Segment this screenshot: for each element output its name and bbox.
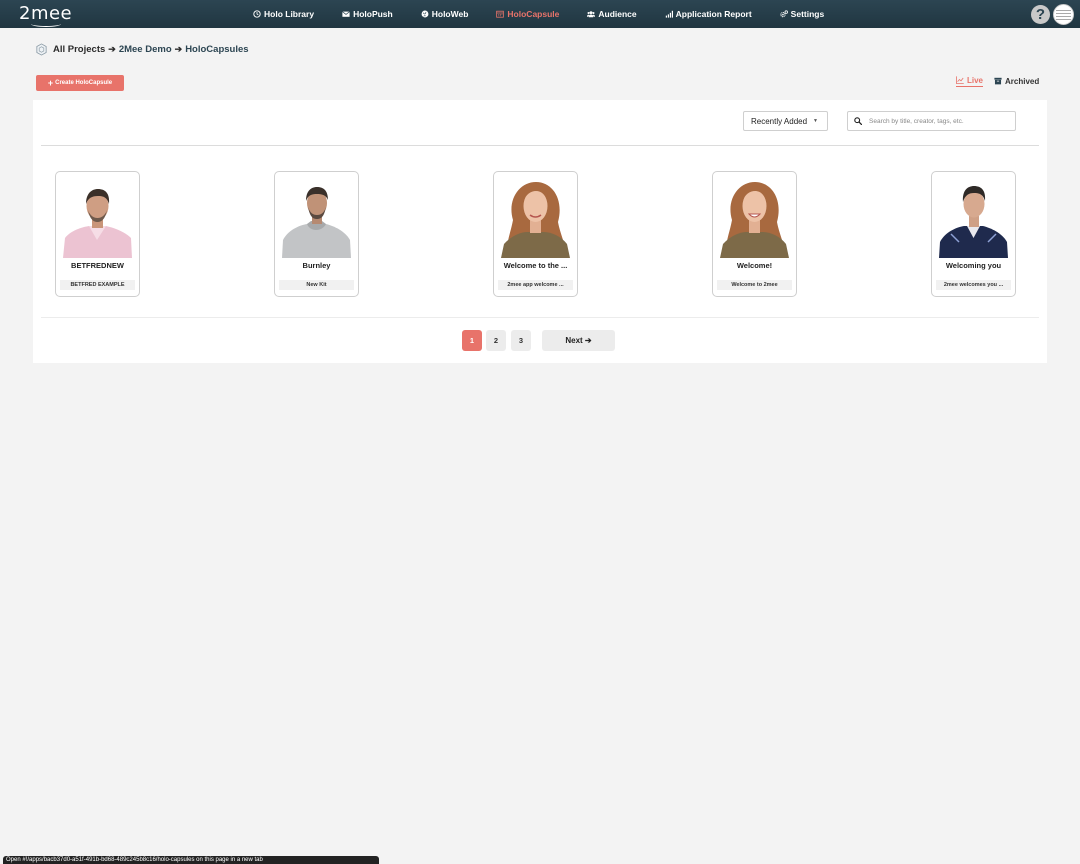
breadcrumb: All Projects ➔ 2Mee Demo ➔ HoloCapsules [35,42,249,56]
person-thumbnail-image [939,180,1008,258]
search-icon [854,117,862,125]
next-page-button[interactable]: Next ➔ [542,330,615,351]
capsule-title: Welcome! [736,261,773,270]
nav-holo-library[interactable]: Holo Library [253,9,314,19]
capsule-title: Burnley [302,261,331,270]
user-avatar-button[interactable] [1053,4,1074,25]
capsule-subtitle: BETFRED EXAMPLE [60,280,135,290]
nav-label: Audience [598,9,637,19]
line-chart-icon [956,76,964,84]
person-thumbnail-image [282,180,351,258]
top-navbar: 2mee Holo Library HoloPush HoloWeb HoloC… [0,0,1080,28]
capsule-card-welcome[interactable]: Welcome! Welcome to 2mee [712,171,797,297]
main-nav: Holo Library HoloPush HoloWeb HoloCapsul… [253,0,852,28]
gears-icon [779,10,788,18]
sort-dropdown[interactable]: Recently Added ▼ [743,111,828,131]
page-button-2[interactable]: 2 [486,330,506,351]
logo-smile-mark [31,21,61,27]
users-icon [587,11,596,18]
capsule-card-burnley[interactable]: Burnley New Kit [274,171,359,297]
capsule-thumbnail [939,180,1008,258]
nav-audience[interactable]: Audience [587,9,637,19]
help-question-icon: ? [1035,6,1046,23]
breadcrumb-project[interactable]: 2Mee Demo [119,44,172,55]
page-button-1[interactable]: 1 [462,330,482,351]
nav-holoweb[interactable]: HoloWeb [421,9,469,19]
create-holocapsule-button[interactable]: + Create HoloCapsule [36,75,124,91]
breadcrumb-arrow-icon: ➔ [174,43,183,54]
capsule-title: BETFREDNEW [71,261,124,270]
capsule-subtitle: 2mee app welcome ... [498,280,573,290]
envelope-icon [342,11,350,17]
nav-label: Application Report [675,9,752,19]
capsule-thumbnail [720,180,789,258]
globe-icon [421,10,429,18]
capsule-subtitle: 2mee welcomes you ... [936,280,1011,290]
capsule-subtitle: New Kit [279,280,354,290]
capsule-thumbnail [501,180,570,258]
page-button-3[interactable]: 3 [511,330,531,351]
search-input[interactable] [869,117,1009,125]
nav-label: HoloCapsule [507,9,560,19]
nav-holocapsule[interactable]: HoloCapsule [496,9,559,19]
person-thumbnail-image [63,180,132,258]
capsule-panel: Recently Added ▼ BETFREDNEW BETFRED EXAM… [33,100,1047,363]
plus-icon: + [47,77,54,88]
person-thumbnail-image [501,180,570,258]
hexagon-project-icon [36,42,47,56]
capsule-card-welcome-to-the[interactable]: Welcome to the ... 2mee app welcome ... [493,171,578,297]
breadcrumb-current: HoloCapsules [185,43,249,55]
capsule-thumbnail [282,180,351,258]
nav-holopush[interactable]: HoloPush [342,9,393,19]
breadcrumb-arrow-icon: ➔ [108,43,116,54]
nav-settings[interactable]: Settings [779,9,825,19]
capsule-title: Welcome to the ... [503,261,568,270]
caret-down-icon: ▼ [813,118,818,124]
app-logo[interactable]: 2mee [19,3,72,27]
nav-label: HoloWeb [431,9,469,19]
tab-archived[interactable]: Archived [994,77,1039,86]
capsule-thumbnail [63,180,132,258]
tab-archived-label: Archived [1005,76,1040,86]
capsule-title: Welcoming you [945,261,1002,270]
nav-label: Holo Library [264,9,315,19]
tab-live[interactable]: Live [956,75,984,87]
nav-label: Settings [790,9,825,19]
view-toggle: Live Archived [956,75,1039,87]
nav-label: HoloPush [353,9,393,19]
breadcrumb-all-projects[interactable]: All Projects [53,44,105,55]
capsule-card-betfrednew[interactable]: BETFREDNEW BETFRED EXAMPLE [55,171,140,297]
capsule-card-welcoming-you[interactable]: Welcoming you 2mee welcomes you ... [931,171,1016,297]
archive-box-icon [994,77,1002,85]
next-page-label: Next ➔ [565,336,592,345]
help-button[interactable]: ? [1031,5,1050,24]
create-button-label: Create HoloCapsule [55,80,113,86]
search-box [847,111,1016,131]
nav-application-report[interactable]: Application Report [665,9,752,19]
capsule-subtitle: Welcome to 2mee [717,280,792,290]
person-thumbnail-image [720,180,789,258]
bar-chart-icon [665,10,673,18]
calendar-icon [496,10,505,18]
panel-divider-top [41,145,1039,146]
panel-divider-bottom [41,317,1039,318]
tab-live-label: Live [967,75,984,85]
browser-status-link: Open #!/apps/bacb37d0-a51f-491b-bd68-489… [3,856,379,864]
clock-icon [253,10,261,18]
sort-selected-label: Recently Added [751,116,808,126]
